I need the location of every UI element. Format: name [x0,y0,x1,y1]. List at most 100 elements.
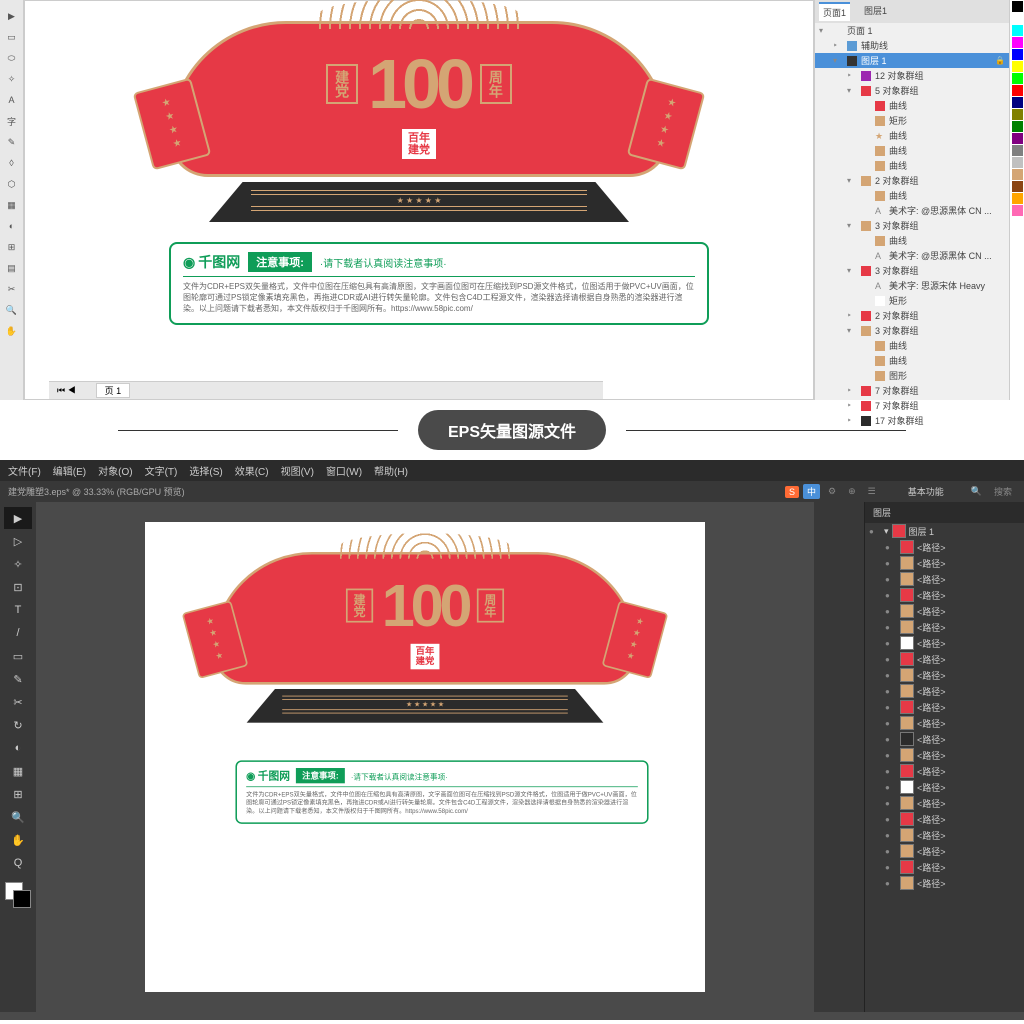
visibility-icon[interactable]: ● [885,575,897,584]
visibility-icon[interactable]: ● [885,607,897,616]
layer-row[interactable]: ‣12 对象群组 [815,68,1009,83]
layer-row[interactable]: ‣7 对象群组 [815,398,1009,413]
color-swatch[interactable] [1012,145,1023,156]
color-swatch[interactable] [1012,85,1023,96]
ai-sublayer-row[interactable]: ●<路径> [865,555,1024,571]
ai-tool[interactable]: ✎ [4,668,32,690]
ai-sublayer-row[interactable]: ●<路径> [865,667,1024,683]
ai-sublayer-row[interactable]: ●<路径> [865,651,1024,667]
ai-collapsed-panels[interactable] [814,502,864,1012]
ai-canvas[interactable]: 建党 100 周年 百年建党 千图网 注意事项: ·请下载者认真阅读注意事项· [36,502,814,1012]
color-swatch[interactable] [1012,37,1023,48]
cdr-tool[interactable]: A [2,90,22,110]
ai-tool[interactable]: Q [4,852,32,874]
cdr-tool[interactable]: ✋ [2,321,22,341]
visibility-icon[interactable]: ● [885,559,897,568]
menu-item[interactable]: 文字(T) [145,463,178,478]
cdr-tool[interactable]: ▭ [2,27,22,47]
ai-sublayer-row[interactable]: ●<路径> [865,779,1024,795]
menu-item[interactable]: 效果(C) [235,463,269,478]
layer-row[interactable]: 矩形 [815,293,1009,308]
layer-row[interactable]: 曲线 [815,158,1009,173]
ai-tool[interactable]: ↻ [4,714,32,736]
visibility-icon[interactable]: ● [885,831,897,840]
menu-item[interactable]: 帮助(H) [374,463,408,478]
layer-row[interactable]: ▾3 对象群组 [815,263,1009,278]
layer-row[interactable]: ▾3 对象群组 [815,218,1009,233]
cdr-tool[interactable]: ▤ [2,258,22,278]
ai-tool[interactable]: ▶ [4,507,32,529]
ai-sublayer-row[interactable]: ●<路径> [865,795,1024,811]
menu-item[interactable]: 编辑(E) [53,463,86,478]
layer-row[interactable]: 曲线 [815,338,1009,353]
visibility-icon[interactable]: ● [885,767,897,776]
color-swatch[interactable] [1012,109,1023,120]
visibility-icon[interactable]: ● [885,591,897,600]
ai-sublayer-row[interactable]: ●<路径> [865,571,1024,587]
color-swatch[interactable] [1012,73,1023,84]
cdr-tool[interactable]: ▶ [2,6,22,26]
visibility-icon[interactable]: ● [885,863,897,872]
visibility-icon[interactable]: ● [885,623,897,632]
ai-sublayer-row[interactable]: ●<路径> [865,699,1024,715]
ai-tool[interactable]: ◐ [4,737,32,759]
visibility-icon[interactable]: ● [885,751,897,760]
color-swatch[interactable] [1012,157,1023,168]
expand-toggle-icon[interactable]: ‣ [847,401,857,410]
expand-toggle-icon[interactable]: ▾ [847,221,857,230]
ai-tool[interactable]: ⊞ [4,783,32,805]
visibility-icon[interactable]: ● [885,639,897,648]
cdr-tool[interactable]: ◊ [2,153,22,173]
visibility-icon[interactable]: ● [885,799,897,808]
expand-toggle-icon[interactable]: ‣ [833,41,843,50]
ime-icon-2[interactable]: ⊕ [844,485,860,498]
ai-tool[interactable]: / [4,622,32,644]
cdr-tool[interactable]: ⬡ [2,174,22,194]
color-swatch[interactable] [1012,121,1023,132]
expand-toggle-icon[interactable]: ▾ [847,176,857,185]
menu-item[interactable]: 文件(F) [8,463,41,478]
menu-item[interactable]: 窗口(W) [326,463,362,478]
visibility-icon[interactable]: ● [885,703,897,712]
ai-tool[interactable]: ⊡ [4,576,32,598]
layer-row[interactable]: 曲线 [815,233,1009,248]
ai-sublayer-row[interactable]: ●<路径> [865,811,1024,827]
ai-sublayer-row[interactable]: ●<路径> [865,827,1024,843]
expand-toggle-icon[interactable]: ▾ [819,26,829,35]
ai-sublayer-row[interactable]: ●<路径> [865,715,1024,731]
page-nav-prev-icon[interactable]: ⏮ ◀ [57,385,76,396]
menu-item[interactable]: 对象(O) [98,463,132,478]
visibility-icon[interactable]: ● [885,847,897,856]
ai-sublayer-row[interactable]: ●<路径> [865,875,1024,891]
cdr-tool[interactable]: ✂ [2,279,22,299]
ai-sublayer-row[interactable]: ●<路径> [865,619,1024,635]
cdr-tool[interactable]: ◐ [2,216,22,236]
ai-tool[interactable]: ▦ [4,760,32,782]
ai-sublayer-row[interactable]: ●<路径> [865,763,1024,779]
layer-row[interactable]: ▾5 对象群组 [815,83,1009,98]
ime-icon[interactable]: ⚙ [824,485,840,498]
visibility-icon[interactable]: ● [869,527,881,536]
cdr-tool[interactable]: ✧ [2,69,22,89]
color-swatch[interactable] [1012,97,1023,108]
color-swatch[interactable] [1012,181,1023,192]
ai-tool[interactable]: ✂ [4,691,32,713]
cdr-tool[interactable]: ⊞ [2,237,22,257]
expand-toggle-icon[interactable]: ‣ [847,386,857,395]
ai-sublayer-row[interactable]: ●<路径> [865,539,1024,555]
layer-row[interactable]: ‣辅助线 [815,38,1009,53]
layer-row[interactable]: A美术字: @思源黑体 CN ... [815,248,1009,263]
cdr-tool[interactable]: 字 [2,111,22,131]
color-swatch[interactable] [1012,169,1023,180]
visibility-icon[interactable]: ● [885,815,897,824]
ai-sublayer-row[interactable]: ●<路径> [865,635,1024,651]
layer-row[interactable]: ▾2 对象群组 [815,173,1009,188]
ai-sublayer-row[interactable]: ●<路径> [865,843,1024,859]
ai-sublayer-row[interactable]: ●<路径> [865,683,1024,699]
layer-row[interactable]: ‣7 对象群组 [815,383,1009,398]
expand-toggle-icon[interactable]: ▾ [847,86,857,95]
layer-row[interactable]: 曲线 [815,98,1009,113]
visibility-icon[interactable]: ● [885,719,897,728]
layer-row[interactable]: 曲线 [815,353,1009,368]
ai-tool[interactable]: ✋ [4,829,32,851]
